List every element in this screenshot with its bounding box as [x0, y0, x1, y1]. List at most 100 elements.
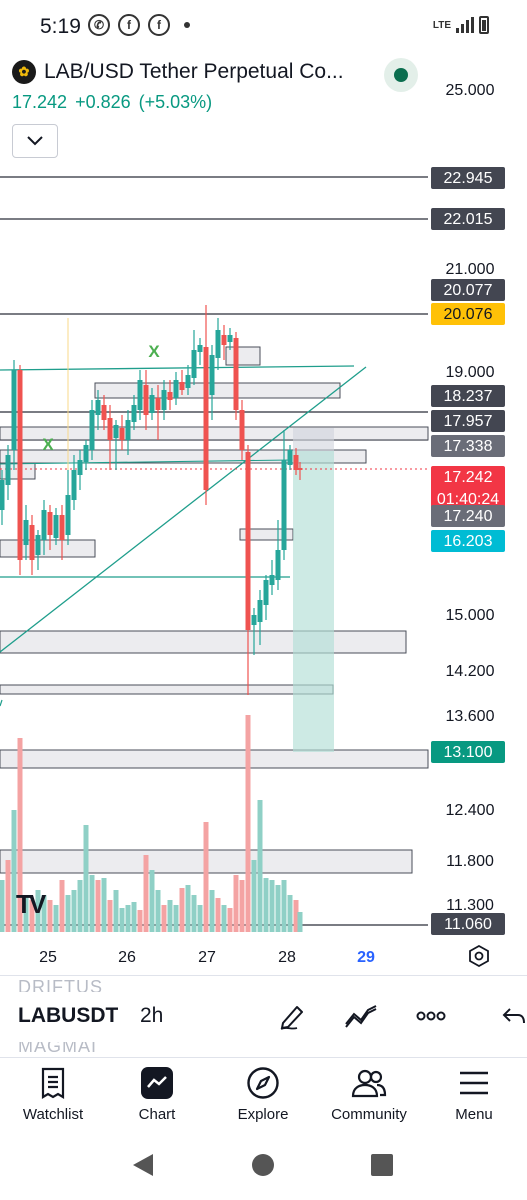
candle-body [185, 375, 191, 388]
candle-body [251, 615, 257, 625]
watchlist-icon [41, 1067, 65, 1099]
price-axis-tick: 25.000 [446, 82, 495, 99]
volume-bar [125, 905, 131, 932]
symbol-title[interactable]: LAB/USD Tether Perpetual Co... [44, 60, 344, 84]
price-axis-tick: 19.000 [446, 364, 495, 381]
candle-body [5, 455, 11, 485]
last-price: 17.242 [12, 92, 68, 112]
candle-body [257, 600, 263, 622]
volume-bar [185, 885, 191, 932]
candle-body [287, 450, 293, 465]
zone-rectangle [0, 426, 429, 441]
chart-toolbar: DRIFTUS LABUSDT MAGMAI 2h [0, 975, 527, 1058]
candle-body [227, 335, 233, 342]
volume-bar [167, 900, 173, 932]
time-axis-label: 25 [39, 949, 57, 966]
candle-body [245, 452, 251, 630]
more-options-button[interactable] [413, 998, 449, 1034]
drawing-tools-button[interactable] [274, 998, 310, 1034]
chart-settings-icon[interactable] [468, 945, 490, 967]
volume-bar [119, 908, 125, 932]
volume-bar [269, 880, 275, 932]
nav-chart[interactable]: Chart [107, 1066, 207, 1123]
time-axis-label: 27 [198, 949, 216, 966]
price-axis-tick: 21.000 [446, 261, 495, 278]
volume-bar [251, 860, 257, 932]
volume-bar [287, 895, 293, 932]
volume-bar [107, 900, 113, 932]
recents-icon[interactable] [371, 1154, 393, 1176]
candle-body [53, 515, 59, 538]
candle-body [77, 460, 83, 475]
price-row: 17.242 +0.826 (+5.03%) [12, 92, 344, 113]
volume-bar [161, 905, 167, 932]
volume-bar [143, 855, 149, 932]
lte-icon: LTE [432, 19, 451, 31]
candle-body [101, 405, 107, 420]
interval-selector[interactable]: 2h [140, 1004, 163, 1028]
candle-body [83, 445, 89, 462]
candle-body [161, 390, 167, 410]
indicators-button[interactable] [343, 998, 379, 1034]
candle-body [209, 355, 215, 395]
market-open-dot-icon [394, 68, 408, 82]
candle-body [293, 455, 299, 470]
volume-bar [215, 898, 221, 932]
volume-bar [77, 880, 83, 932]
price-axis-tick: 15.000 [446, 607, 495, 624]
candle-body [119, 428, 125, 440]
compass-icon [247, 1067, 279, 1099]
price-axis-tick: 13.600 [446, 708, 495, 725]
candle-body [143, 385, 149, 415]
volume-bar [155, 890, 161, 932]
volume-bar [297, 912, 303, 932]
volume-bar [95, 880, 101, 932]
volume-bar [59, 880, 65, 932]
candle-body [263, 580, 269, 605]
volume-bar [89, 875, 95, 932]
candle-body [23, 520, 29, 545]
symbol-selector[interactable]: LABUSDT [18, 1004, 118, 1028]
candle-body [215, 330, 221, 358]
zone-rectangle [94, 382, 341, 399]
nav-watchlist[interactable]: Watchlist [3, 1066, 103, 1123]
home-icon[interactable] [251, 1153, 275, 1177]
collapse-legend-button[interactable] [12, 124, 58, 158]
price-label: 22.945 [444, 170, 493, 187]
nav-menu[interactable]: Menu [424, 1066, 524, 1123]
next-symbol-ghost[interactable]: MAGMAI [18, 1042, 97, 1058]
chart-icon [141, 1067, 173, 1099]
nav-label: Community [331, 1106, 407, 1123]
pattern-x-mark: X [42, 435, 54, 454]
price-label: 17.240 [444, 508, 493, 525]
volume-bar [209, 890, 215, 932]
candle-body [137, 380, 143, 410]
candle-body [47, 512, 53, 535]
nav-explore[interactable]: Explore [213, 1066, 313, 1123]
trend-line [0, 699, 3, 707]
market-status-badge[interactable] [384, 58, 418, 92]
volume-bar [281, 880, 287, 932]
price-chart[interactable]: X X 25.000 21.000 19.000 15.000 14.200 13.600 12… [0, 56, 527, 970]
price-label: 16.203 [444, 533, 493, 550]
nav-community[interactable]: Community [319, 1066, 419, 1123]
price-label: 20.076 [444, 306, 493, 323]
back-icon[interactable] [131, 1153, 155, 1177]
pen-icon [280, 1006, 303, 1030]
prev-symbol-ghost[interactable]: DRIFTUS [18, 976, 103, 992]
candle-body [155, 398, 161, 410]
undo-button[interactable] [496, 998, 527, 1034]
candle-body [191, 350, 197, 378]
volume-bar [47, 900, 53, 932]
chart-area[interactable]: X X 25.000 21.000 19.000 15.000 14.200 13.600 12… [0, 56, 527, 970]
candle-body [203, 347, 209, 490]
nav-label: Chart [138, 1106, 176, 1123]
price-label: 17.338 [444, 438, 493, 455]
time-axis-label: 26 [118, 949, 136, 966]
chevron-down-icon [27, 136, 43, 146]
candle-body [29, 525, 35, 560]
candle-body [41, 510, 47, 540]
symbol-header: ✿ LAB/USD Tether Perpetual Co... 17.242 … [12, 60, 344, 158]
position-target-zone [293, 451, 334, 752]
more-notifications-icon [184, 22, 190, 28]
